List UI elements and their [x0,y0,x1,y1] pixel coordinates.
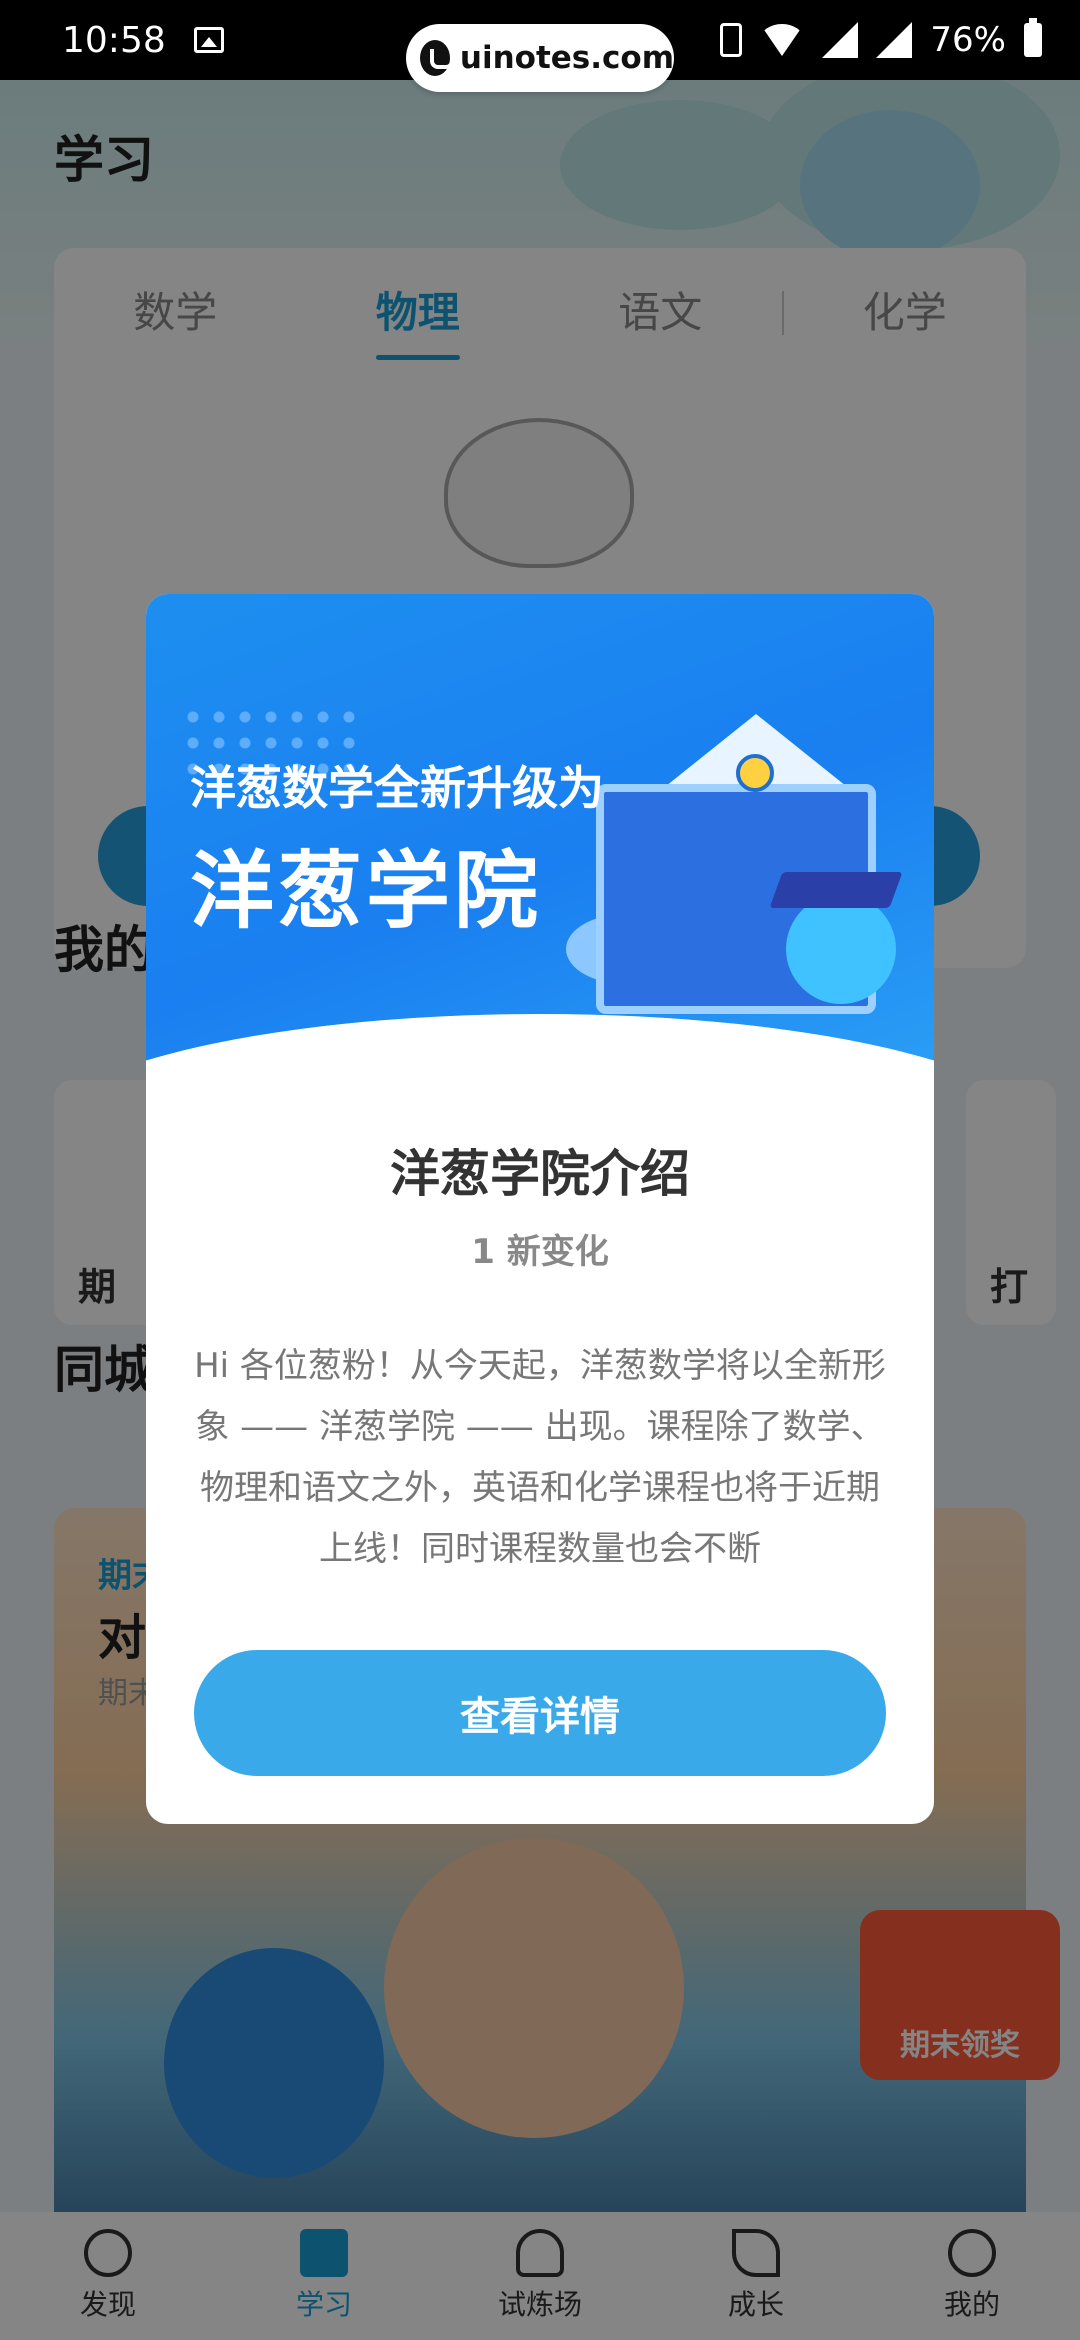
clock-icon [736,754,774,792]
dialog-title: 洋葱学院介绍 [390,1145,690,1203]
graduation-cap-icon [769,872,903,908]
battery-percent: 76% [930,20,1006,60]
watermark-text: uinotes.com [459,40,674,76]
hero-subtitle: 洋葱数学全新升级为 [190,761,604,815]
status-time: 10:58 [62,19,166,61]
signal-icon-2 [876,22,913,58]
intro-dialog: 洋葱数学全新升级为 洋葱学院 洋葱学院介绍 1 新变化 Hi 各位葱粉！从今天起… [146,594,934,1824]
hero-title: 洋葱学院 [190,842,543,940]
graduate-mascot-icon [786,894,896,1004]
view-details-button[interactable]: 查看详情 [194,1650,886,1776]
dialog-body-text: Hi 各位葱粉！从今天起，洋葱数学将以全新形象 —— 洋葱学院 —— 出现。课程… [194,1346,886,1569]
gallery-notification-icon [193,27,224,53]
battery-icon [1024,18,1042,57]
vibrate-icon [720,23,743,57]
dialog-hero-banner: 洋葱数学全新升级为 洋葱学院 [146,594,934,1074]
signal-icon [822,22,859,58]
watermark-badge: uinotes.com [406,24,674,92]
change-count: 1 新变化 [471,1232,609,1272]
uinotes-logo-icon [420,40,454,76]
wifi-icon [760,24,805,56]
